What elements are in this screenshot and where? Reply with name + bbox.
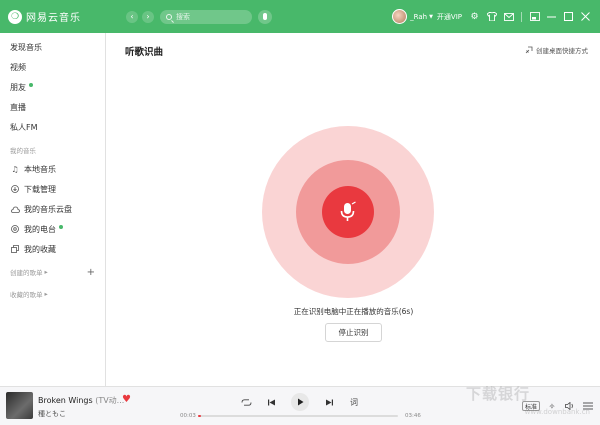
mini-mode-icon[interactable] [526, 8, 543, 25]
like-heart-icon[interactable]: ♥ [122, 395, 131, 405]
title-bar: ❍ 网易云音乐 ‹ › 搜索 _Rah ▼ 开通VIP ⚙ [0, 0, 600, 33]
link-icon [525, 46, 533, 54]
netease-logo-icon: ❍ [8, 9, 22, 24]
close-icon[interactable] [577, 8, 594, 25]
collection-icon [10, 245, 20, 253]
username[interactable]: _Rah [410, 13, 427, 21]
sidebar-item-label: 我的音乐云盘 [24, 204, 72, 214]
download-icon [10, 185, 20, 193]
sidebar-item-label: 直播 [10, 102, 26, 112]
next-track-icon[interactable] [323, 394, 335, 410]
search-input[interactable]: 搜索 [160, 9, 252, 24]
progress-fill [198, 415, 201, 417]
sidebar-item-label: 本地音乐 [24, 164, 56, 174]
create-shortcut-link[interactable]: 创建桌面快捷方式 [525, 45, 588, 55]
lyrics-button[interactable]: 词 [347, 394, 361, 410]
cloud-icon [10, 206, 20, 213]
titlebar-right: _Rah ▼ 开通VIP ⚙ [392, 0, 594, 33]
page-title: 听歌识曲 [125, 47, 164, 58]
search-placeholder: 搜索 [176, 12, 190, 21]
collected-playlists-label: 收藏的歌单 [10, 291, 43, 299]
sidebar-item-local-music[interactable]: ♫ 本地音乐 [0, 159, 105, 179]
sidebar-item-friends[interactable]: 朋友 [0, 77, 105, 97]
music-note-icon: ♫ [11, 164, 19, 174]
sidebar-item-label: 下载管理 [24, 184, 56, 194]
shortcut-label: 创建桌面快捷方式 [536, 47, 588, 55]
total-time: 03:46 [405, 413, 421, 419]
sidebar-item-video[interactable]: 视频 [0, 57, 105, 77]
minimize-icon[interactable] [543, 8, 560, 25]
progress-bar[interactable] [198, 415, 398, 417]
avatar[interactable] [392, 9, 408, 24]
divider [521, 11, 522, 22]
forward-icon[interactable]: › [142, 10, 154, 23]
previous-track-icon[interactable] [265, 394, 277, 410]
settings-icon[interactable]: ⚙ [466, 8, 483, 25]
chevron-down-icon[interactable]: ▼ [429, 14, 433, 20]
sidebar-item-live[interactable]: 直播 [0, 97, 105, 117]
sidebar-item-label: 视频 [10, 62, 26, 72]
created-playlists-group[interactable]: 创建的歌单 ▸ + [0, 263, 105, 281]
play-button[interactable] [291, 393, 309, 411]
skin-icon[interactable] [483, 8, 500, 25]
search-icon [166, 13, 172, 20]
app-name: 网易云音乐 [26, 13, 81, 24]
created-playlists-label: 创建的歌单 [10, 269, 43, 277]
song-title[interactable]: Broken Wings (TV动... [38, 395, 124, 406]
sidebar-item-label: 私人FM [10, 122, 38, 132]
stop-recognition-button[interactable]: 停止识别 [325, 323, 382, 342]
watermark-url: www.downbank.cn [524, 408, 590, 416]
sidebar-item-downloads[interactable]: 下载管理 [0, 179, 105, 199]
watermark: 下载银行 [465, 385, 530, 403]
play-mode-icon[interactable] [239, 394, 253, 410]
radio-icon [10, 225, 20, 233]
song-name: Broken Wings [38, 396, 93, 405]
app-logo[interactable]: ❍ 网易云音乐 [8, 9, 108, 24]
my-music-group-label: 我的音乐 [10, 147, 36, 155]
recognition-button[interactable] [322, 186, 374, 238]
maximize-icon[interactable] [560, 8, 577, 25]
sidebar-item-discover[interactable]: 发现音乐 [0, 37, 105, 57]
chevron-down-icon: ▸ [44, 268, 48, 276]
sidebar-item-label: 我的电台 [24, 224, 56, 234]
vip-link[interactable]: 开通VIP [437, 12, 462, 22]
notification-dot [59, 224, 63, 229]
album-cover[interactable] [6, 392, 33, 419]
sidebar-item-my-radio[interactable]: 我的电台 [0, 219, 105, 239]
back-icon[interactable]: ‹ [126, 10, 138, 23]
microphone-icon [263, 13, 267, 20]
sidebar-item-personal-fm[interactable]: 私人FM [0, 117, 105, 137]
song-subtitle: (TV动... [95, 396, 125, 405]
notification-dot [29, 82, 33, 87]
history-nav: ‹ › [126, 10, 154, 23]
mail-icon[interactable] [500, 8, 517, 25]
sidebar-item-cloud-drive[interactable]: 我的音乐云盘 [0, 199, 105, 219]
play-icon [297, 398, 303, 406]
collected-playlists-group[interactable]: 收藏的歌单 ▸ [0, 285, 105, 303]
voice-recognition-icon[interactable] [258, 9, 272, 24]
recognition-status: 正在识别电脑中正在播放的音乐(6s) [293, 307, 414, 316]
sidebar-item-label: 朋友 [10, 82, 26, 92]
sidebar-item-label: 我的收藏 [24, 244, 56, 254]
sidebar: 发现音乐 视频 朋友 直播 私人FM 我的音乐 ♫ 本地音乐 下载管理 我的音乐… [0, 33, 106, 386]
current-time: 00:03 [180, 413, 196, 419]
sidebar-item-my-collection[interactable]: 我的收藏 [0, 239, 105, 259]
add-playlist-icon[interactable]: + [87, 267, 95, 278]
microphone-icon [340, 201, 356, 221]
chevron-down-icon: ▸ [44, 290, 48, 298]
sidebar-item-label: 发现音乐 [10, 42, 42, 52]
artist-name[interactable]: 種ともこ [38, 409, 66, 419]
main-content: 听歌识曲 创建桌面快捷方式 正在识别电脑中正在播放的音乐(6s) 停止识别 [107, 33, 600, 386]
